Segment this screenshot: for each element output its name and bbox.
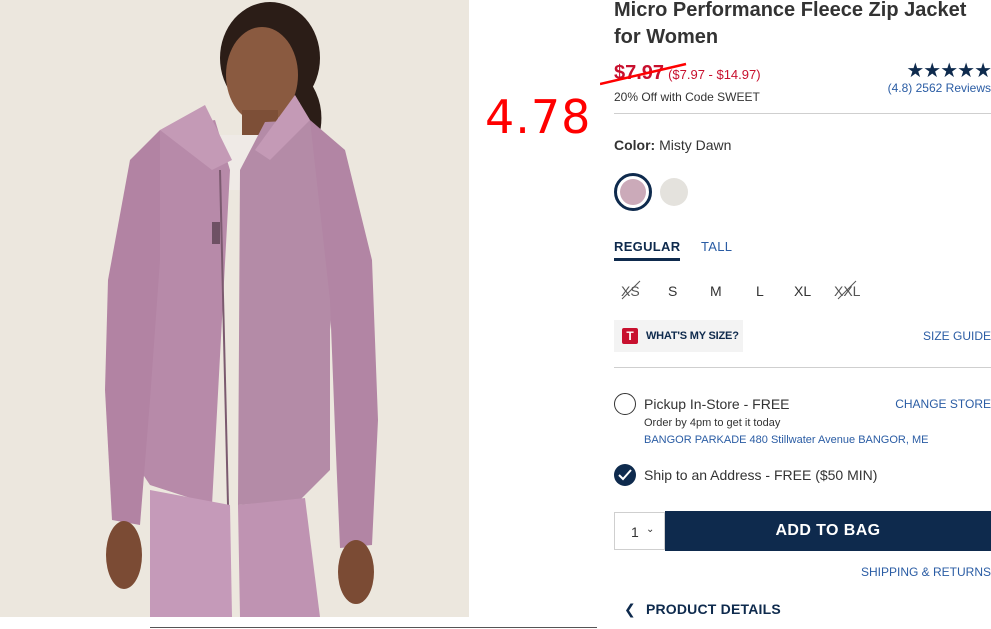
- change-store-link[interactable]: CHANGE STORE: [895, 397, 991, 411]
- model-wearing-jacket: [0, 0, 469, 617]
- size-xxl[interactable]: XXL: [834, 280, 860, 300]
- store-address-link[interactable]: BANGOR PARKADE 480 Stillwater Avenue BAN…: [644, 434, 928, 446]
- shipping-returns-link[interactable]: SHIPPING & RETURNS: [861, 565, 991, 579]
- reviews-link[interactable]: (4.8) 2562 Reviews: [884, 81, 991, 95]
- product-details-toggle[interactable]: ❮ PRODUCT DETAILS: [624, 601, 781, 618]
- quantity-value: 1: [631, 524, 639, 540]
- tab-regular[interactable]: REGULAR: [614, 239, 681, 261]
- color-label-key: Color:: [614, 137, 656, 153]
- size-xl[interactable]: XL: [794, 283, 811, 299]
- checkmark-icon: [618, 469, 632, 481]
- pickup-subtext: Order by 4pm to get it today: [644, 417, 781, 429]
- price-strikethrough-mark: [600, 62, 687, 86]
- chevron-down-icon: ⌄: [646, 524, 655, 535]
- promo-text: 20% Off with Code SWEET: [614, 90, 760, 104]
- pickup-title: Pickup In-Store - FREE: [644, 396, 790, 412]
- divider: [614, 367, 991, 368]
- size-xs[interactable]: XS: [621, 280, 641, 300]
- image-divider: [150, 627, 597, 628]
- quantity-select[interactable]: 1 ⌄: [614, 512, 665, 550]
- product-image[interactable]: [0, 0, 469, 617]
- ship-title: Ship to an Address - FREE ($50 MIN): [644, 467, 878, 483]
- whats-my-size-button[interactable]: T WHAT'S MY SIZE?: [614, 320, 743, 352]
- size-m[interactable]: M: [710, 283, 722, 299]
- color-value: Misty Dawn: [659, 137, 732, 153]
- product-title: Micro Performance Fleece Zip Jacket for …: [614, 0, 967, 48]
- divider: [614, 113, 991, 114]
- add-to-bag-button[interactable]: ADD TO BAG: [665, 511, 991, 551]
- size-s[interactable]: S: [668, 283, 677, 299]
- whats-my-size-label: WHAT'S MY SIZE?: [646, 330, 739, 342]
- unavailable-slash-icon: [621, 280, 641, 300]
- swatch-light-gray[interactable]: [660, 178, 688, 206]
- pickup-radio[interactable]: [614, 393, 636, 415]
- size-guide-link[interactable]: SIZE GUIDE: [923, 329, 991, 343]
- true-fit-icon: T: [622, 328, 638, 344]
- unavailable-slash-icon: [837, 280, 857, 300]
- color-label: Color: Misty Dawn: [614, 137, 731, 153]
- swatch-misty-dawn[interactable]: [614, 173, 652, 211]
- size-l[interactable]: L: [756, 283, 764, 299]
- star-rating-icon: ★★★★★: [906, 60, 991, 82]
- product-details-label: PRODUCT DETAILS: [645, 601, 781, 617]
- ship-radio[interactable]: [614, 464, 636, 486]
- price-row: $7.97 ($7.97 - $14.97): [600, 62, 761, 86]
- chevron-left-icon: ❮: [624, 601, 636, 617]
- annotated-rating: 4.78: [485, 90, 592, 144]
- rating-block[interactable]: ★★★★★ (4.8) 2562 Reviews: [884, 61, 991, 95]
- tab-tall[interactable]: TALL: [701, 239, 732, 254]
- swatch-fill: [620, 179, 646, 205]
